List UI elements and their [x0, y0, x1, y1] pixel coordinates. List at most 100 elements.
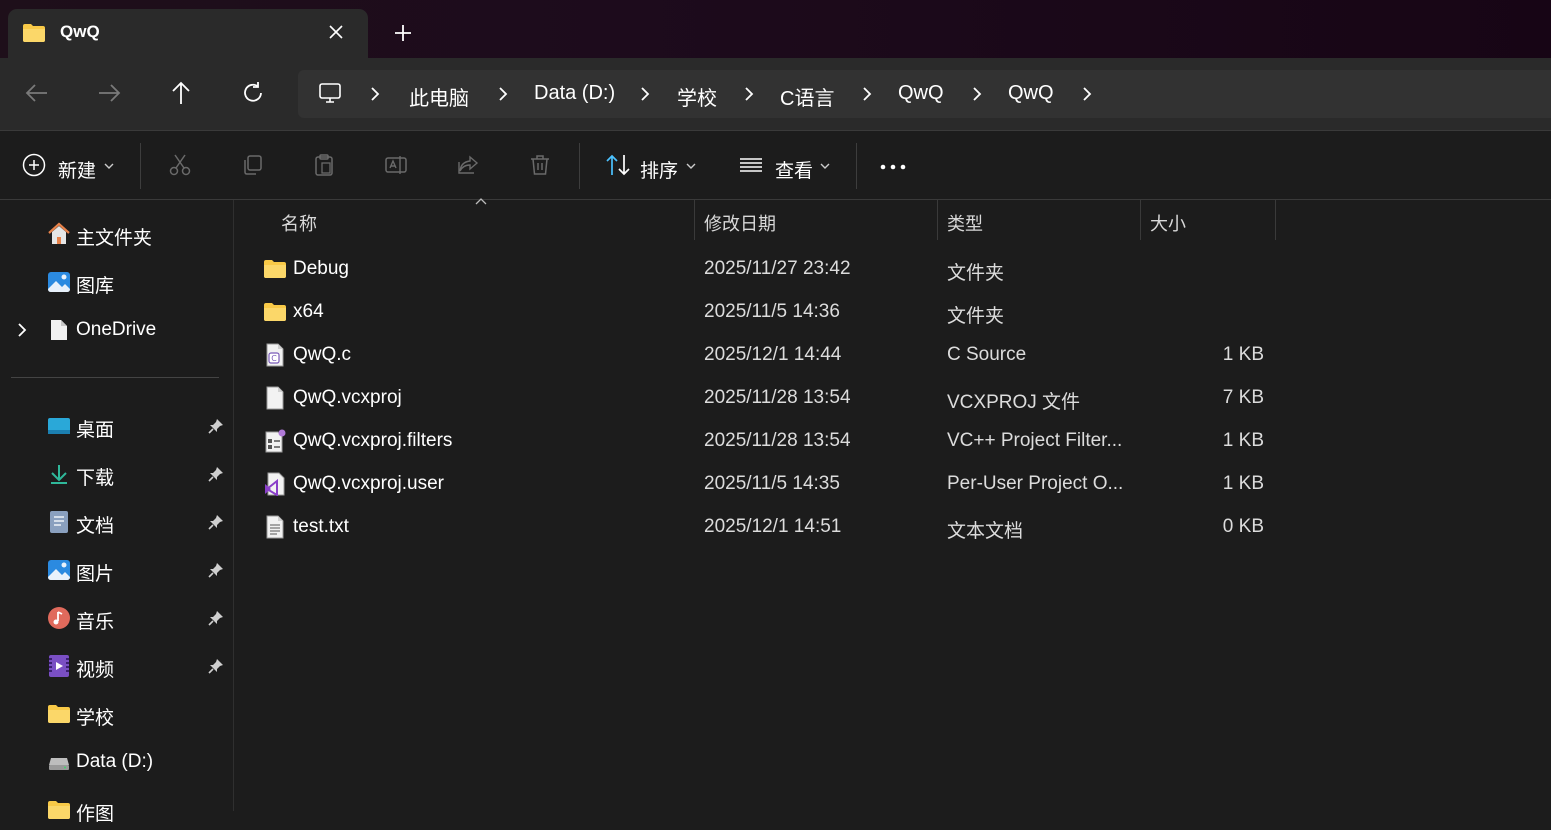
- column-header-size[interactable]: 大小: [1150, 210, 1186, 236]
- chevron-right-icon[interactable]: [638, 86, 652, 102]
- folder-icon: [22, 23, 46, 43]
- sidebar-item-music[interactable]: 音乐: [0, 598, 233, 638]
- up-arrow-icon[interactable]: [168, 80, 194, 106]
- chevron-down-icon[interactable]: [104, 162, 114, 170]
- file-name: QwQ.vcxproj: [293, 387, 402, 408]
- file-name: Debug: [293, 258, 349, 279]
- file-modified: 2025/11/5 14:36: [704, 301, 840, 322]
- copy-icon[interactable]: [240, 153, 264, 177]
- file-modified: 2025/12/1 14:51: [704, 516, 842, 537]
- sidebar-item-onedrive[interactable]: OneDrive: [0, 310, 233, 350]
- column-divider[interactable]: [937, 200, 938, 240]
- toolbar-divider: [856, 143, 857, 189]
- pin-icon[interactable]: [208, 562, 224, 578]
- paste-icon[interactable]: [312, 153, 336, 177]
- back-arrow-icon[interactable]: [24, 80, 50, 106]
- breadcrumb-item[interactable]: 学校: [677, 82, 717, 111]
- table-row[interactable]: C QwQ.c 2025/12/1 14:44 C Source 1 KB: [234, 334, 1551, 377]
- pin-icon[interactable]: [208, 466, 224, 482]
- download-icon: [47, 462, 71, 486]
- tab-qwq[interactable]: QwQ: [8, 9, 368, 58]
- view-button[interactable]: 查看: [775, 156, 813, 183]
- file-name: test.txt: [293, 516, 349, 537]
- sort-button[interactable]: 排序: [640, 156, 678, 183]
- file-size: 7 KB: [1222, 387, 1264, 408]
- chevron-down-icon[interactable]: [820, 162, 830, 170]
- toolbar-divider: [140, 143, 141, 189]
- chevron-right-icon[interactable]: [742, 86, 756, 102]
- sidebar-item-downloads[interactable]: 下载: [0, 454, 233, 494]
- chevron-down-icon[interactable]: [686, 162, 696, 170]
- chevron-right-icon[interactable]: [1080, 86, 1094, 102]
- table-row[interactable]: test.txt 2025/12/1 14:51 文本文档 0 KB: [234, 506, 1551, 549]
- sidebar-item-documents[interactable]: 文档: [0, 502, 233, 542]
- sidebar-item-label: 图库: [76, 276, 115, 297]
- chevron-right-icon[interactable]: [496, 86, 510, 102]
- sidebar-item-pictures[interactable]: 图片: [0, 550, 233, 590]
- address-row: 此电脑 Data (D:) 学校 C语言 QwQ QwQ: [0, 58, 1551, 130]
- file-name: QwQ.vcxproj.user: [293, 473, 444, 494]
- column-header-type[interactable]: 类型: [947, 210, 983, 236]
- close-tab-icon[interactable]: [326, 22, 346, 42]
- file-type: C Source: [947, 344, 1027, 365]
- delete-icon[interactable]: [528, 153, 552, 177]
- breadcrumb-item[interactable]: QwQ: [898, 82, 944, 105]
- sidebar-item-home[interactable]: 主文件夹: [0, 214, 233, 254]
- pin-icon[interactable]: [208, 610, 224, 626]
- blank-file-icon: [263, 386, 287, 410]
- rename-icon[interactable]: [384, 153, 408, 177]
- column-divider[interactable]: [694, 200, 695, 240]
- documents-icon: [47, 510, 71, 534]
- sidebar-item-data-drive[interactable]: Data (D:): [0, 742, 233, 782]
- pin-icon[interactable]: [208, 418, 224, 434]
- table-row[interactable]: QwQ.vcxproj 2025/11/28 13:54 VCXPROJ 文件 …: [234, 377, 1551, 420]
- sidebar-item-gallery[interactable]: 图库: [0, 262, 233, 302]
- chevron-right-icon[interactable]: [368, 86, 382, 102]
- refresh-icon[interactable]: [240, 80, 266, 106]
- title-bar: QwQ: [0, 0, 1551, 58]
- toolbar-divider: [579, 143, 580, 189]
- sidebar-item-drawing[interactable]: 作图: [0, 790, 233, 830]
- chevron-right-icon[interactable]: [970, 86, 984, 102]
- file-modified: 2025/11/28 13:54: [704, 430, 851, 451]
- file-modified: 2025/11/5 14:35: [704, 473, 840, 494]
- pin-icon[interactable]: [208, 514, 224, 530]
- table-row[interactable]: QwQ.vcxproj.user 2025/11/5 14:35 Per-Use…: [234, 463, 1551, 506]
- forward-arrow-icon[interactable]: [96, 80, 122, 106]
- table-row[interactable]: QwQ.vcxproj.filters 2025/11/28 13:54 VC+…: [234, 420, 1551, 463]
- column-header-name[interactable]: 名称: [281, 210, 317, 236]
- chevron-right-icon[interactable]: [860, 86, 874, 102]
- breadcrumb-item[interactable]: 此电脑: [409, 82, 469, 111]
- column-header-modified[interactable]: 修改日期: [704, 210, 776, 236]
- new-button[interactable]: 新建: [58, 156, 96, 183]
- new-plus-icon[interactable]: [22, 153, 46, 177]
- home-icon: [47, 222, 71, 246]
- file-name: QwQ.vcxproj.filters: [293, 430, 453, 451]
- more-options-icon[interactable]: [879, 164, 907, 170]
- breadcrumb-item[interactable]: Data (D:): [534, 82, 615, 105]
- sidebar-item-videos[interactable]: 视频: [0, 646, 233, 686]
- c-source-file-icon: C: [263, 343, 287, 367]
- folder-icon: [47, 702, 71, 726]
- table-row[interactable]: Debug 2025/11/27 23:42 文件夹: [234, 248, 1551, 291]
- view-list-icon[interactable]: [738, 153, 764, 177]
- new-tab-icon[interactable]: [392, 22, 414, 44]
- videos-icon: [47, 654, 71, 678]
- sidebar-item-desktop[interactable]: 桌面: [0, 406, 233, 446]
- breadcrumb-item[interactable]: QwQ: [1008, 82, 1054, 105]
- sort-icon[interactable]: [605, 153, 631, 177]
- breadcrumb-item[interactable]: C语言: [780, 82, 834, 111]
- column-divider[interactable]: [1275, 200, 1276, 240]
- cut-icon[interactable]: [168, 153, 192, 177]
- column-divider[interactable]: [1140, 200, 1141, 240]
- sidebar-item-school[interactable]: 学校: [0, 694, 233, 734]
- share-icon[interactable]: [456, 153, 480, 177]
- address-bar[interactable]: 此电脑 Data (D:) 学校 C语言 QwQ QwQ: [298, 70, 1551, 118]
- pin-icon[interactable]: [208, 658, 224, 674]
- visual-studio-file-icon: [263, 472, 287, 496]
- file-type: Per-User Project O...: [947, 473, 1124, 494]
- chevron-right-icon[interactable]: [16, 322, 28, 338]
- this-pc-icon[interactable]: [318, 81, 342, 105]
- sidebar-item-label: 文档: [76, 516, 115, 537]
- table-row[interactable]: x64 2025/11/5 14:36 文件夹: [234, 291, 1551, 334]
